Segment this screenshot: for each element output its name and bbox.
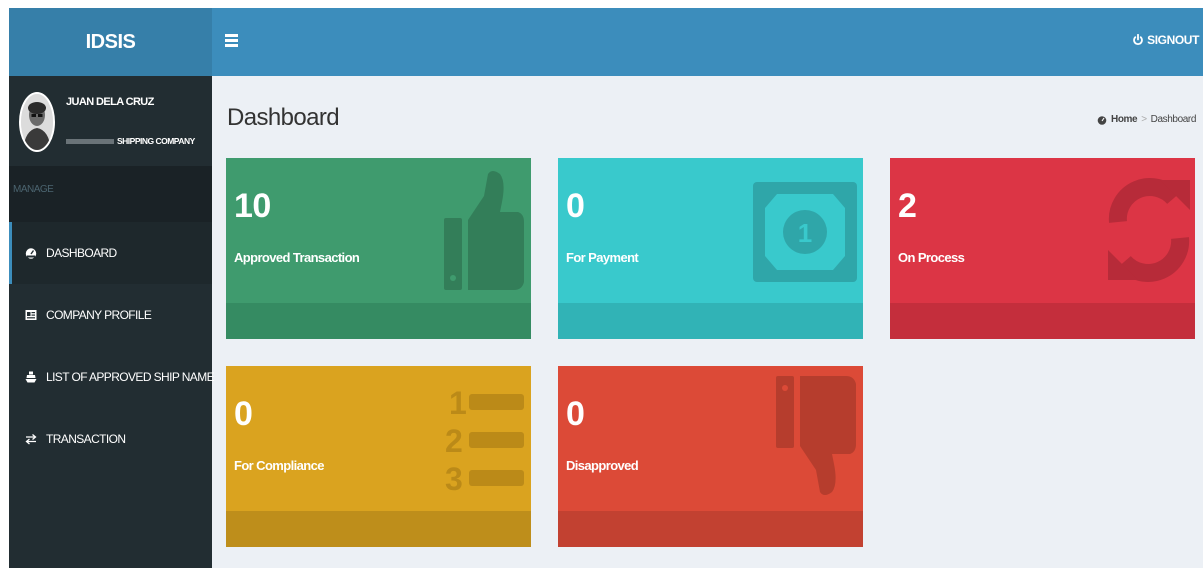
svg-text:1: 1 xyxy=(449,385,467,421)
sidebar-item-company-profile[interactable]: COMPANY PROFILE xyxy=(9,284,212,346)
sidebar-item-label: LIST OF APPROVED SHIP NAME xyxy=(46,370,215,384)
user-name: JUAN DELA CRUZ xyxy=(66,96,154,108)
menu-toggle-icon[interactable] xyxy=(225,34,238,48)
sidebar-item-label: COMPANY PROFILE xyxy=(46,308,152,322)
app-logo[interactable]: IDSIS xyxy=(9,8,212,76)
money-icon: 1 xyxy=(753,182,857,282)
box-label: For Payment xyxy=(566,250,639,265)
box-footer-link[interactable] xyxy=(226,303,531,339)
sidebar: JUAN DELA CRUZ SHIPPING COMPANY MANAGE D… xyxy=(9,76,215,568)
exchange-icon xyxy=(25,434,37,445)
sidebar-item-approved-ship-names[interactable]: LIST OF APPROVED SHIP NAME xyxy=(9,346,215,408)
sidebar-item-label: DASHBOARD xyxy=(46,246,117,260)
box-body: 10 Approved Transaction xyxy=(226,158,531,303)
svg-text:3: 3 xyxy=(445,461,463,494)
svg-text:2: 2 xyxy=(445,423,463,459)
refresh-icon xyxy=(1108,178,1190,282)
sidebar-item-label: TRANSACTION xyxy=(46,432,126,446)
breadcrumb-home-label: Home xyxy=(1111,114,1138,125)
breadcrumb: Home > Dashboard xyxy=(1097,114,1196,125)
box-count: 2 xyxy=(898,187,917,225)
approved-transaction-box: 10 Approved Transaction xyxy=(226,158,531,339)
box-footer-link[interactable] xyxy=(890,303,1195,339)
app-window: IDSIS SIGNOUT JUAN DELA CRUZ SHIPPING CO… xyxy=(9,8,1203,568)
power-icon xyxy=(1133,34,1144,46)
ordered-list-icon: 1 2 3 xyxy=(445,385,524,494)
top-navbar: SIGNOUT xyxy=(212,8,1203,76)
breadcrumb-home-link[interactable]: Home xyxy=(1097,114,1138,125)
dashboard-icon xyxy=(1097,115,1107,125)
box-label: On Process xyxy=(898,250,965,265)
svg-text:1: 1 xyxy=(798,218,812,248)
box-count: 0 xyxy=(566,187,585,225)
box-footer-link[interactable] xyxy=(226,511,531,547)
breadcrumb-separator: > xyxy=(1141,114,1147,125)
avatar-figure xyxy=(21,94,53,150)
company-name: SHIPPING COMPANY xyxy=(117,136,195,146)
box-label: Disapproved xyxy=(566,458,639,473)
dashboard-icon xyxy=(25,248,37,259)
breadcrumb-current: Dashboard xyxy=(1150,114,1197,125)
box-body: 1 2 3 0 For Compliance xyxy=(226,366,531,511)
thumbs-up-icon xyxy=(444,171,524,290)
avatar xyxy=(19,92,55,152)
box-body: 2 On Process xyxy=(890,158,1195,303)
disapproved-box: 0 Disapproved xyxy=(558,366,863,547)
sidebar-item-dashboard[interactable]: DASHBOARD xyxy=(9,222,212,284)
box-count: 0 xyxy=(234,395,253,433)
thumbs-down-icon xyxy=(776,376,856,495)
box-body: 0 Disapproved xyxy=(558,366,863,511)
user-panel: JUAN DELA CRUZ SHIPPING COMPANY xyxy=(9,76,212,166)
profile-card-icon xyxy=(25,310,37,320)
page-title: Dashboard xyxy=(227,104,340,131)
box-count: 10 xyxy=(234,187,271,225)
box-body: 1 0 For Payment xyxy=(558,158,863,303)
box-count: 0 xyxy=(566,395,585,433)
for-payment-box: 1 0 For Payment xyxy=(558,158,863,339)
for-compliance-box: 1 2 3 0 For Compliance xyxy=(226,366,531,547)
box-label: For Compliance xyxy=(234,458,324,473)
box-label: Approved Transaction xyxy=(234,250,360,265)
sidebar-section-header: MANAGE xyxy=(9,166,212,222)
logo-text: IDSIS xyxy=(85,30,136,53)
box-footer-link[interactable] xyxy=(558,511,863,547)
sidebar-item-transaction[interactable]: TRANSACTION xyxy=(9,408,212,470)
redacted-text xyxy=(66,138,114,144)
ship-icon xyxy=(25,371,37,383)
box-footer-link[interactable] xyxy=(558,303,863,339)
signout-label: SIGNOUT xyxy=(1147,33,1199,47)
signout-button[interactable]: SIGNOUT xyxy=(1132,33,1199,47)
on-process-box: 2 On Process xyxy=(890,158,1195,339)
user-company: SHIPPING COMPANY xyxy=(66,136,195,146)
